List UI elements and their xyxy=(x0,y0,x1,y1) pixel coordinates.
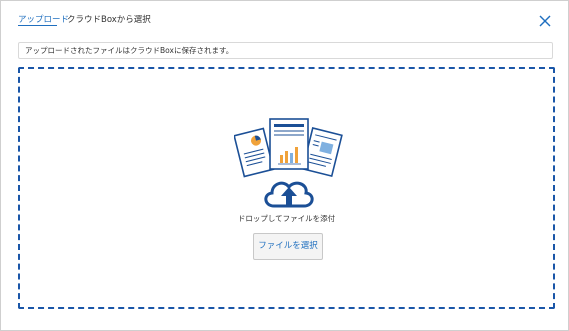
drop-prompt: ドロップしてファイルを添付 xyxy=(237,214,336,223)
tab-upload[interactable]: アップロード xyxy=(18,13,69,25)
tab-cloud-box[interactable]: クラウドBoxから選択 xyxy=(67,13,151,25)
close-icon[interactable] xyxy=(538,14,552,28)
info-message: アップロードされたファイルはクラウドBoxに保存されます。 xyxy=(18,42,553,59)
tab-upload-underline xyxy=(18,25,57,26)
upload-dialog: アップロード クラウドBoxから選択 アップロードされたファイルはクラウドBox… xyxy=(0,0,569,331)
select-file-button[interactable]: ファイルを選択 xyxy=(253,233,323,260)
documents-illustration xyxy=(234,118,343,208)
cloud-upload-icon xyxy=(264,181,314,208)
drop-zone[interactable]: ドロップしてファイルを添付 ファイルを選択 xyxy=(18,67,555,309)
document-center-icon xyxy=(269,118,309,170)
document-left-icon xyxy=(234,127,275,178)
